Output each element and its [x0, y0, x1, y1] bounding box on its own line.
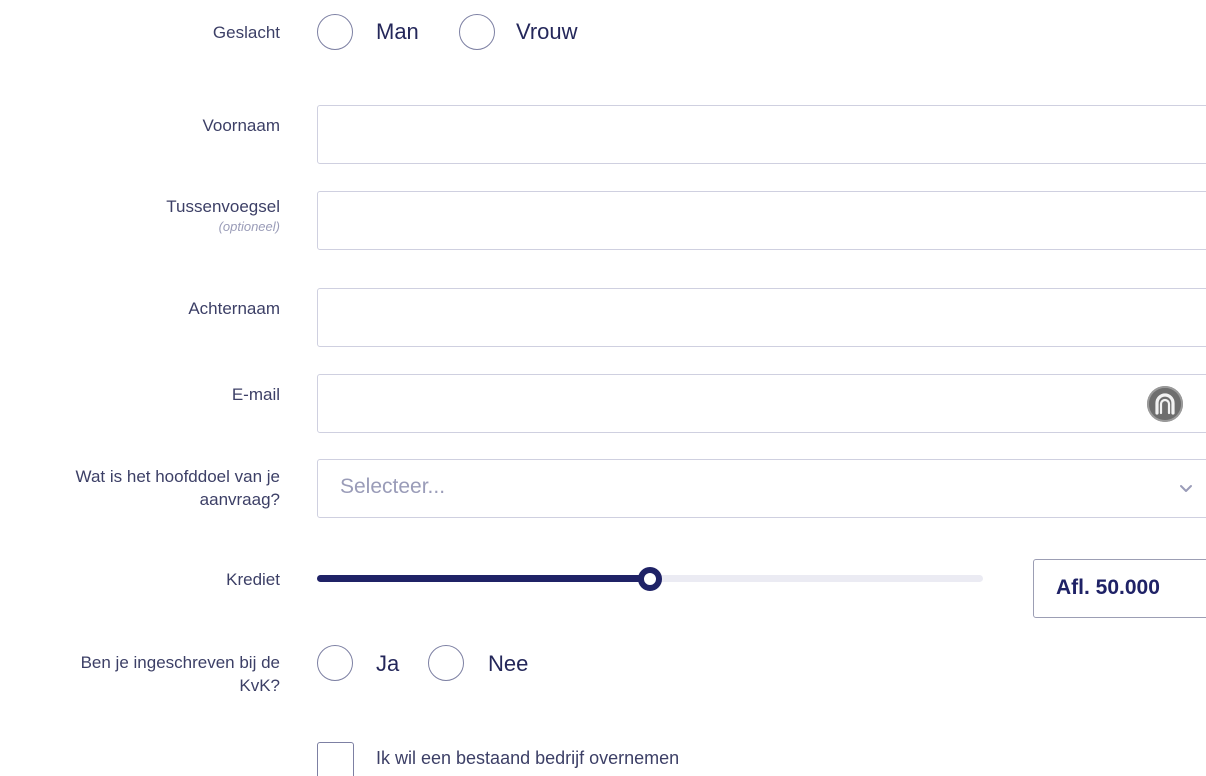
- credit-slider[interactable]: [317, 567, 983, 591]
- gender-man-label[interactable]: Man: [376, 18, 419, 46]
- last-name-label: Achternaam: [188, 299, 280, 318]
- credit-label: Krediet: [226, 570, 280, 589]
- purpose-label-line1: Wat is het hoofddoel van je: [75, 467, 280, 486]
- purpose-placeholder: Selecteer...: [340, 475, 446, 498]
- kvk-label-line1: Ben je ingeschreven bij de: [80, 653, 280, 672]
- infix-field[interactable]: [317, 191, 1206, 250]
- email-input[interactable]: [318, 375, 1206, 432]
- last-name-input[interactable]: [318, 289, 1206, 346]
- purpose-select[interactable]: Selecteer...: [317, 459, 1206, 518]
- kvk-nee-label[interactable]: Nee: [488, 650, 528, 678]
- infix-label-text: Tussenvoegsel: [166, 197, 280, 216]
- first-name-field[interactable]: [317, 105, 1206, 164]
- takeover-checkbox[interactable]: [317, 742, 354, 776]
- optional-hint: (optioneel): [218, 219, 280, 234]
- gender-label: Geslacht: [212, 23, 280, 42]
- kvk-label: Ben je ingeschreven bij de KvK?: [0, 651, 280, 697]
- kvk-ja-radio[interactable]: [317, 645, 353, 681]
- credit-amount-value: Afl. 50.000: [1056, 576, 1160, 599]
- last-name-field[interactable]: [317, 288, 1206, 347]
- kvk-ja-label[interactable]: Ja: [376, 650, 399, 678]
- email-field[interactable]: [317, 374, 1206, 433]
- email-label: E-mail: [231, 385, 280, 404]
- credit-amount-field[interactable]: Afl. 50.000: [1033, 559, 1206, 618]
- kvk-nee-radio[interactable]: [428, 645, 464, 681]
- gender-man-radio[interactable]: [317, 14, 353, 50]
- takeover-label[interactable]: Ik wil een bestaand bedrijf overnemen: [376, 748, 679, 769]
- credit-slider-fill: [317, 575, 650, 582]
- password-manager-icon[interactable]: [1147, 386, 1183, 422]
- purpose-label: Wat is het hoofddoel van je aanvraag?: [0, 465, 280, 511]
- credit-slider-thumb[interactable]: [638, 567, 662, 591]
- first-name-label: Voornaam: [202, 116, 281, 135]
- first-name-input[interactable]: [318, 106, 1206, 163]
- infix-label: Tussenvoegsel (optioneel): [0, 195, 280, 236]
- chevron-down-icon: [1180, 485, 1192, 492]
- purpose-label-line2: aanvraag?: [199, 490, 280, 509]
- gender-vrouw-label[interactable]: Vrouw: [516, 18, 578, 46]
- infix-input[interactable]: [318, 192, 1206, 249]
- kvk-label-line2: KvK?: [239, 676, 280, 695]
- gender-vrouw-radio[interactable]: [459, 14, 495, 50]
